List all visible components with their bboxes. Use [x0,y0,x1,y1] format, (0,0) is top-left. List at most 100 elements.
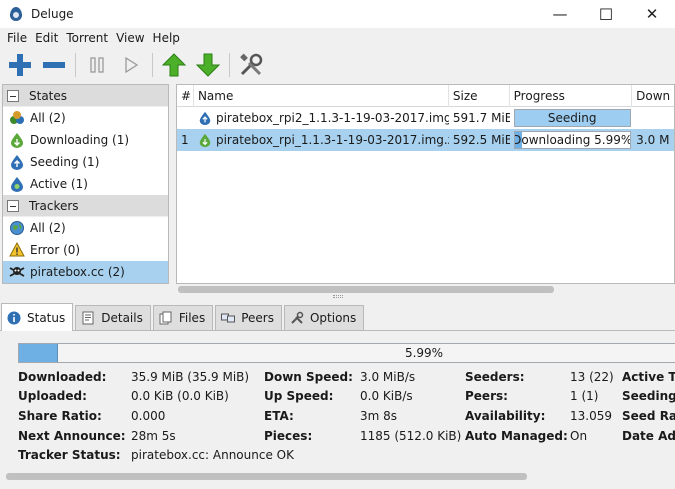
peers-icon [221,311,236,325]
close-button[interactable]: ✕ [629,0,675,28]
column-header-progress[interactable]: Progress [510,85,633,107]
torrent-progress-bar: Seeding [513,109,631,127]
torrent-size: 592.5 MiB [452,133,510,147]
torrent-down-speed [632,107,674,129]
pause-icon [90,57,104,73]
menu-edit[interactable]: Edit [31,31,62,45]
seed-rank-label: Seed Ra [622,409,675,423]
states-header[interactable]: States [3,85,168,107]
down-speed-value: 3.0 MiB/s [360,370,416,384]
auto-managed-value: On [570,429,588,443]
column-header-name[interactable]: Name [194,85,449,107]
sidebar-item-label: All (2) [30,221,66,235]
torrent-name: piratebox_rpi_1.1.3-1-19-03-2017.img.zip [215,133,449,147]
collapse-icon[interactable] [7,89,19,102]
pause-button[interactable] [82,50,112,80]
remove-torrent-button[interactable] [39,50,69,80]
torrent-list-header: # Name Size Progress Down [177,85,674,107]
details-tabs: Status Details Files Peers Options [0,303,675,331]
info-icon [7,311,21,325]
active-time-label: Active Ti [622,370,675,384]
tab-options[interactable]: Options [283,305,365,330]
tab-files[interactable]: Files [152,305,214,330]
uploaded-value: 0.0 KiB (0.0 KiB) [131,389,229,403]
torrent-row[interactable]: piratebox_rpi2_1.1.3-1-19-03-2017.img.zi… [177,107,674,129]
sidebar-item-seeding[interactable]: Seeding (1) [3,151,168,173]
column-header-size[interactable]: Size [449,85,510,107]
toolbar-separator [229,53,230,77]
menu-file[interactable]: File [3,31,31,45]
seeding-time-label: Seeding [622,389,675,403]
eta-value: 3m 8s [360,409,398,423]
pane-resize-handle[interactable] [333,295,343,299]
trackers-header[interactable]: Trackers [3,195,168,217]
tab-label: Status [27,310,66,325]
toolbar-separator [75,53,76,77]
status-progress-bar: 5.99% [18,343,675,363]
menu-view[interactable]: View [112,31,148,45]
torrent-progress-bar: Downloading 5.99% [513,131,631,149]
tools-icon [290,311,304,325]
tab-details[interactable]: Details [75,305,151,330]
add-torrent-button[interactable] [5,50,35,80]
arrow-down-icon [196,53,220,77]
sidebar-item-active[interactable]: Active (1) [3,173,168,195]
tab-status[interactable]: Status [1,303,74,331]
torrent-progress-text: Seeding [547,111,597,125]
resume-button[interactable] [116,50,146,80]
queue-down-button[interactable] [193,50,223,80]
down-speed-label: Down Speed: [264,370,353,384]
downloaded-value: 35.9 MiB (35.9 MiB) [131,370,250,384]
status-panel: 5.99% Downloaded: 35.9 MiB (35.9 MiB) Up… [0,331,675,489]
eta-label: ETA: [264,409,294,423]
torrent-progress-text: Downloading 5.99% [513,133,631,147]
peers-value: 1 (1) [570,389,599,403]
availability-value: 13.059 [570,409,612,423]
menu-bar: File Edit Torrent View Help [0,28,675,48]
tab-label: Files [178,311,206,325]
collapse-icon[interactable] [7,199,19,212]
menu-help[interactable]: Help [149,31,184,45]
torrent-name-cell: piratebox_rpi_1.1.3-1-19-03-2017.img.zip [194,129,449,151]
sidebar-item-error[interactable]: Error (0) [3,239,168,261]
torrent-list-horizontal-scrollbar[interactable] [178,286,554,293]
torrent-list: # Name Size Progress Down piratebox_rpi2… [176,84,675,284]
toolbar [0,48,675,82]
torrent-name-cell: piratebox_rpi2_1.1.3-1-19-03-2017.img.zi… [194,107,449,129]
piratebox-icon [9,264,25,280]
torrent-down-speed: 3.0 M [636,133,670,147]
title-bar: Deluge — ☐ ✕ [0,0,675,28]
sidebar-item-label: Error (0) [30,243,81,257]
torrent-row[interactable]: 1 piratebox_rpi_1.1.3-1-19-03-2017.img.z… [177,129,674,151]
pieces-label: Pieces: [264,429,313,443]
sidebar-item-all-states[interactable]: All (2) [3,107,168,129]
deluge-logo-icon [9,6,23,22]
queue-up-button[interactable] [159,50,189,80]
column-header-number[interactable]: # [177,85,194,107]
window-title: Deluge [31,7,74,21]
tools-icon [240,53,263,76]
sidebar-item-downloading[interactable]: Downloading (1) [3,129,168,151]
minimize-button[interactable]: — [537,0,583,28]
pieces-value: 1185 (512.0 KiB) [360,429,462,443]
share-ratio-label: Share Ratio: [18,409,102,423]
uploaded-label: Uploaded: [18,389,87,403]
maximize-button[interactable]: ☐ [583,0,629,28]
preferences-button[interactable] [236,50,266,80]
sidebar-item-piratebox[interactable]: piratebox.cc (2) [3,261,168,283]
sidebar-item-all-trackers[interactable]: All (2) [3,217,168,239]
downloading-icon [199,133,211,147]
next-announce-value: 28m 5s [131,429,176,443]
seeding-icon [9,154,25,170]
menu-torrent[interactable]: Torrent [62,31,112,45]
sidebar-item-label: Downloading (1) [30,133,130,147]
active-icon [9,176,25,192]
tab-peers[interactable]: Peers [215,305,282,330]
toolbar-separator [152,53,153,77]
seeders-label: Seeders: [465,370,525,384]
status-progress-text: 5.99% [404,346,444,360]
status-horizontal-scrollbar[interactable] [6,473,527,480]
column-header-down-speed[interactable]: Down [632,85,674,107]
filter-sidebar: States All (2) Downloading (1) Seeding (… [2,84,169,284]
trackers-header-label: Trackers [29,198,79,213]
